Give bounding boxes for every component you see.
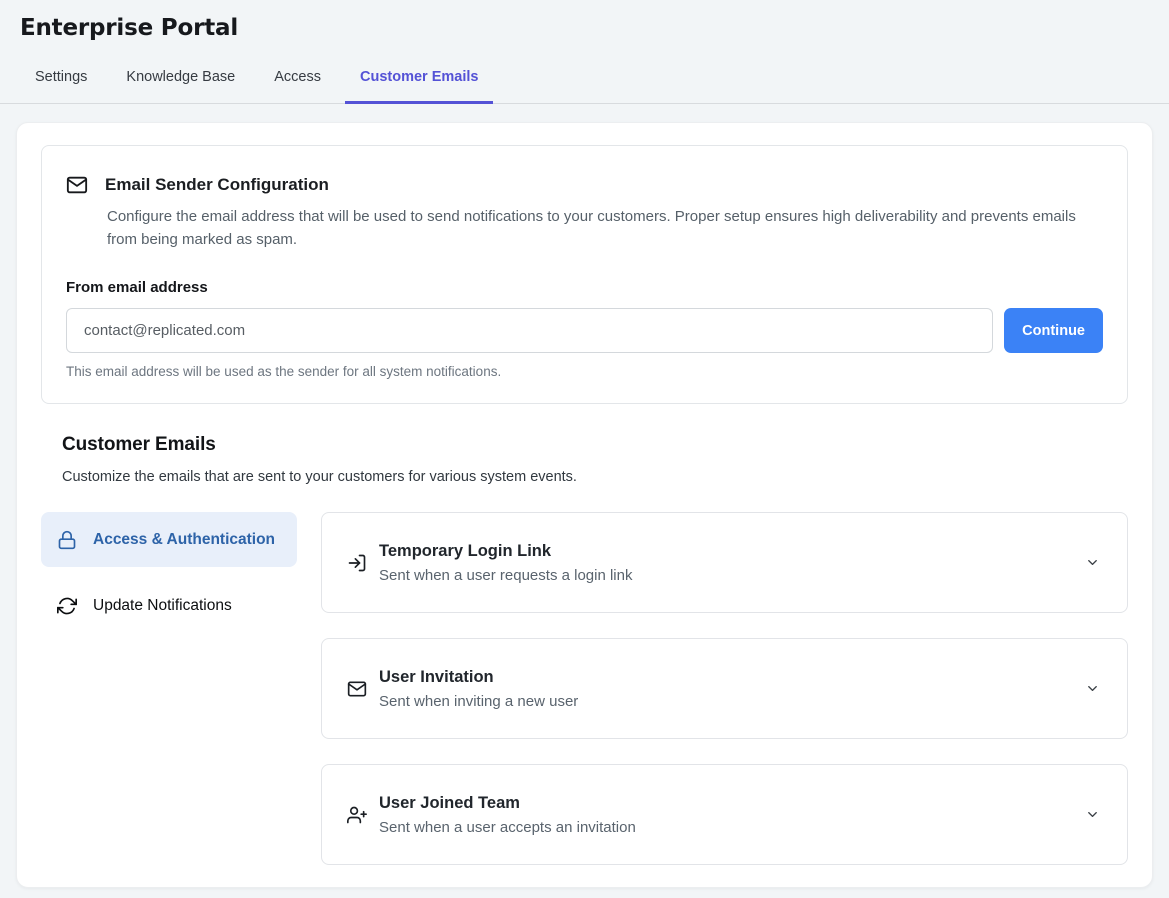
- email-category-list: Access & Authentication Update Notificat…: [41, 512, 297, 633]
- chevron-down-icon[interactable]: [1085, 555, 1100, 570]
- from-email-helper: This email address will be used as the s…: [66, 364, 1103, 379]
- customer-emails-description: Customize the emails that are sent to yo…: [62, 469, 1128, 485]
- email-card-temporary-login-link[interactable]: Temporary Login Link Sent when a user re…: [321, 512, 1128, 613]
- email-sender-description: Configure the email address that will be…: [107, 205, 1097, 251]
- category-update-notifications[interactable]: Update Notifications: [41, 578, 297, 633]
- tab-customer-emails[interactable]: Customer Emails: [345, 59, 493, 103]
- page-title: Enterprise Portal: [20, 15, 1149, 41]
- tab-settings[interactable]: Settings: [20, 59, 102, 103]
- email-card-title: Temporary Login Link: [379, 542, 1085, 561]
- email-card-user-joined-team[interactable]: User Joined Team Sent when a user accept…: [321, 764, 1128, 865]
- from-email-row: Continue: [66, 308, 1103, 353]
- from-email-label: From email address: [66, 279, 1103, 296]
- tab-knowledge-base[interactable]: Knowledge Base: [111, 59, 250, 103]
- email-sender-header: Email Sender Configuration: [66, 174, 1103, 196]
- category-access-authentication[interactable]: Access & Authentication: [41, 512, 297, 567]
- customer-emails-layout: Access & Authentication Update Notificat…: [41, 512, 1128, 865]
- category-label: Access & Authentication: [93, 527, 275, 552]
- tab-bar: Settings Knowledge Base Access Customer …: [0, 59, 1169, 104]
- email-card-title: User Invitation: [379, 668, 1085, 687]
- email-sender-title: Email Sender Configuration: [105, 175, 329, 195]
- category-label: Update Notifications: [93, 593, 232, 618]
- customer-emails-section: Customer Emails Customize the emails tha…: [41, 434, 1128, 865]
- mail-icon: [66, 174, 88, 196]
- email-card-subtitle: Sent when inviting a new user: [379, 693, 1085, 710]
- customer-emails-title: Customer Emails: [62, 434, 1128, 456]
- email-card-user-invitation[interactable]: User Invitation Sent when inviting a new…: [321, 638, 1128, 739]
- lock-icon: [57, 527, 77, 550]
- chevron-down-icon[interactable]: [1085, 681, 1100, 696]
- email-card-title: User Joined Team: [379, 794, 1085, 813]
- tab-access[interactable]: Access: [259, 59, 336, 103]
- email-card-subtitle: Sent when a user accepts an invitation: [379, 819, 1085, 836]
- email-card-subtitle: Sent when a user requests a login link: [379, 567, 1085, 584]
- user-plus-icon: [347, 805, 367, 825]
- log-in-icon: [347, 553, 367, 573]
- refresh-icon: [57, 593, 77, 616]
- content-card: Email Sender Configuration Configure the…: [16, 122, 1153, 888]
- from-email-input[interactable]: [66, 308, 993, 353]
- email-sender-card: Email Sender Configuration Configure the…: [41, 145, 1128, 404]
- email-template-list: Temporary Login Link Sent when a user re…: [321, 512, 1128, 865]
- chevron-down-icon[interactable]: [1085, 807, 1100, 822]
- app-header: Enterprise Portal: [0, 0, 1169, 41]
- continue-button[interactable]: Continue: [1004, 308, 1103, 353]
- mail-icon: [347, 679, 367, 699]
